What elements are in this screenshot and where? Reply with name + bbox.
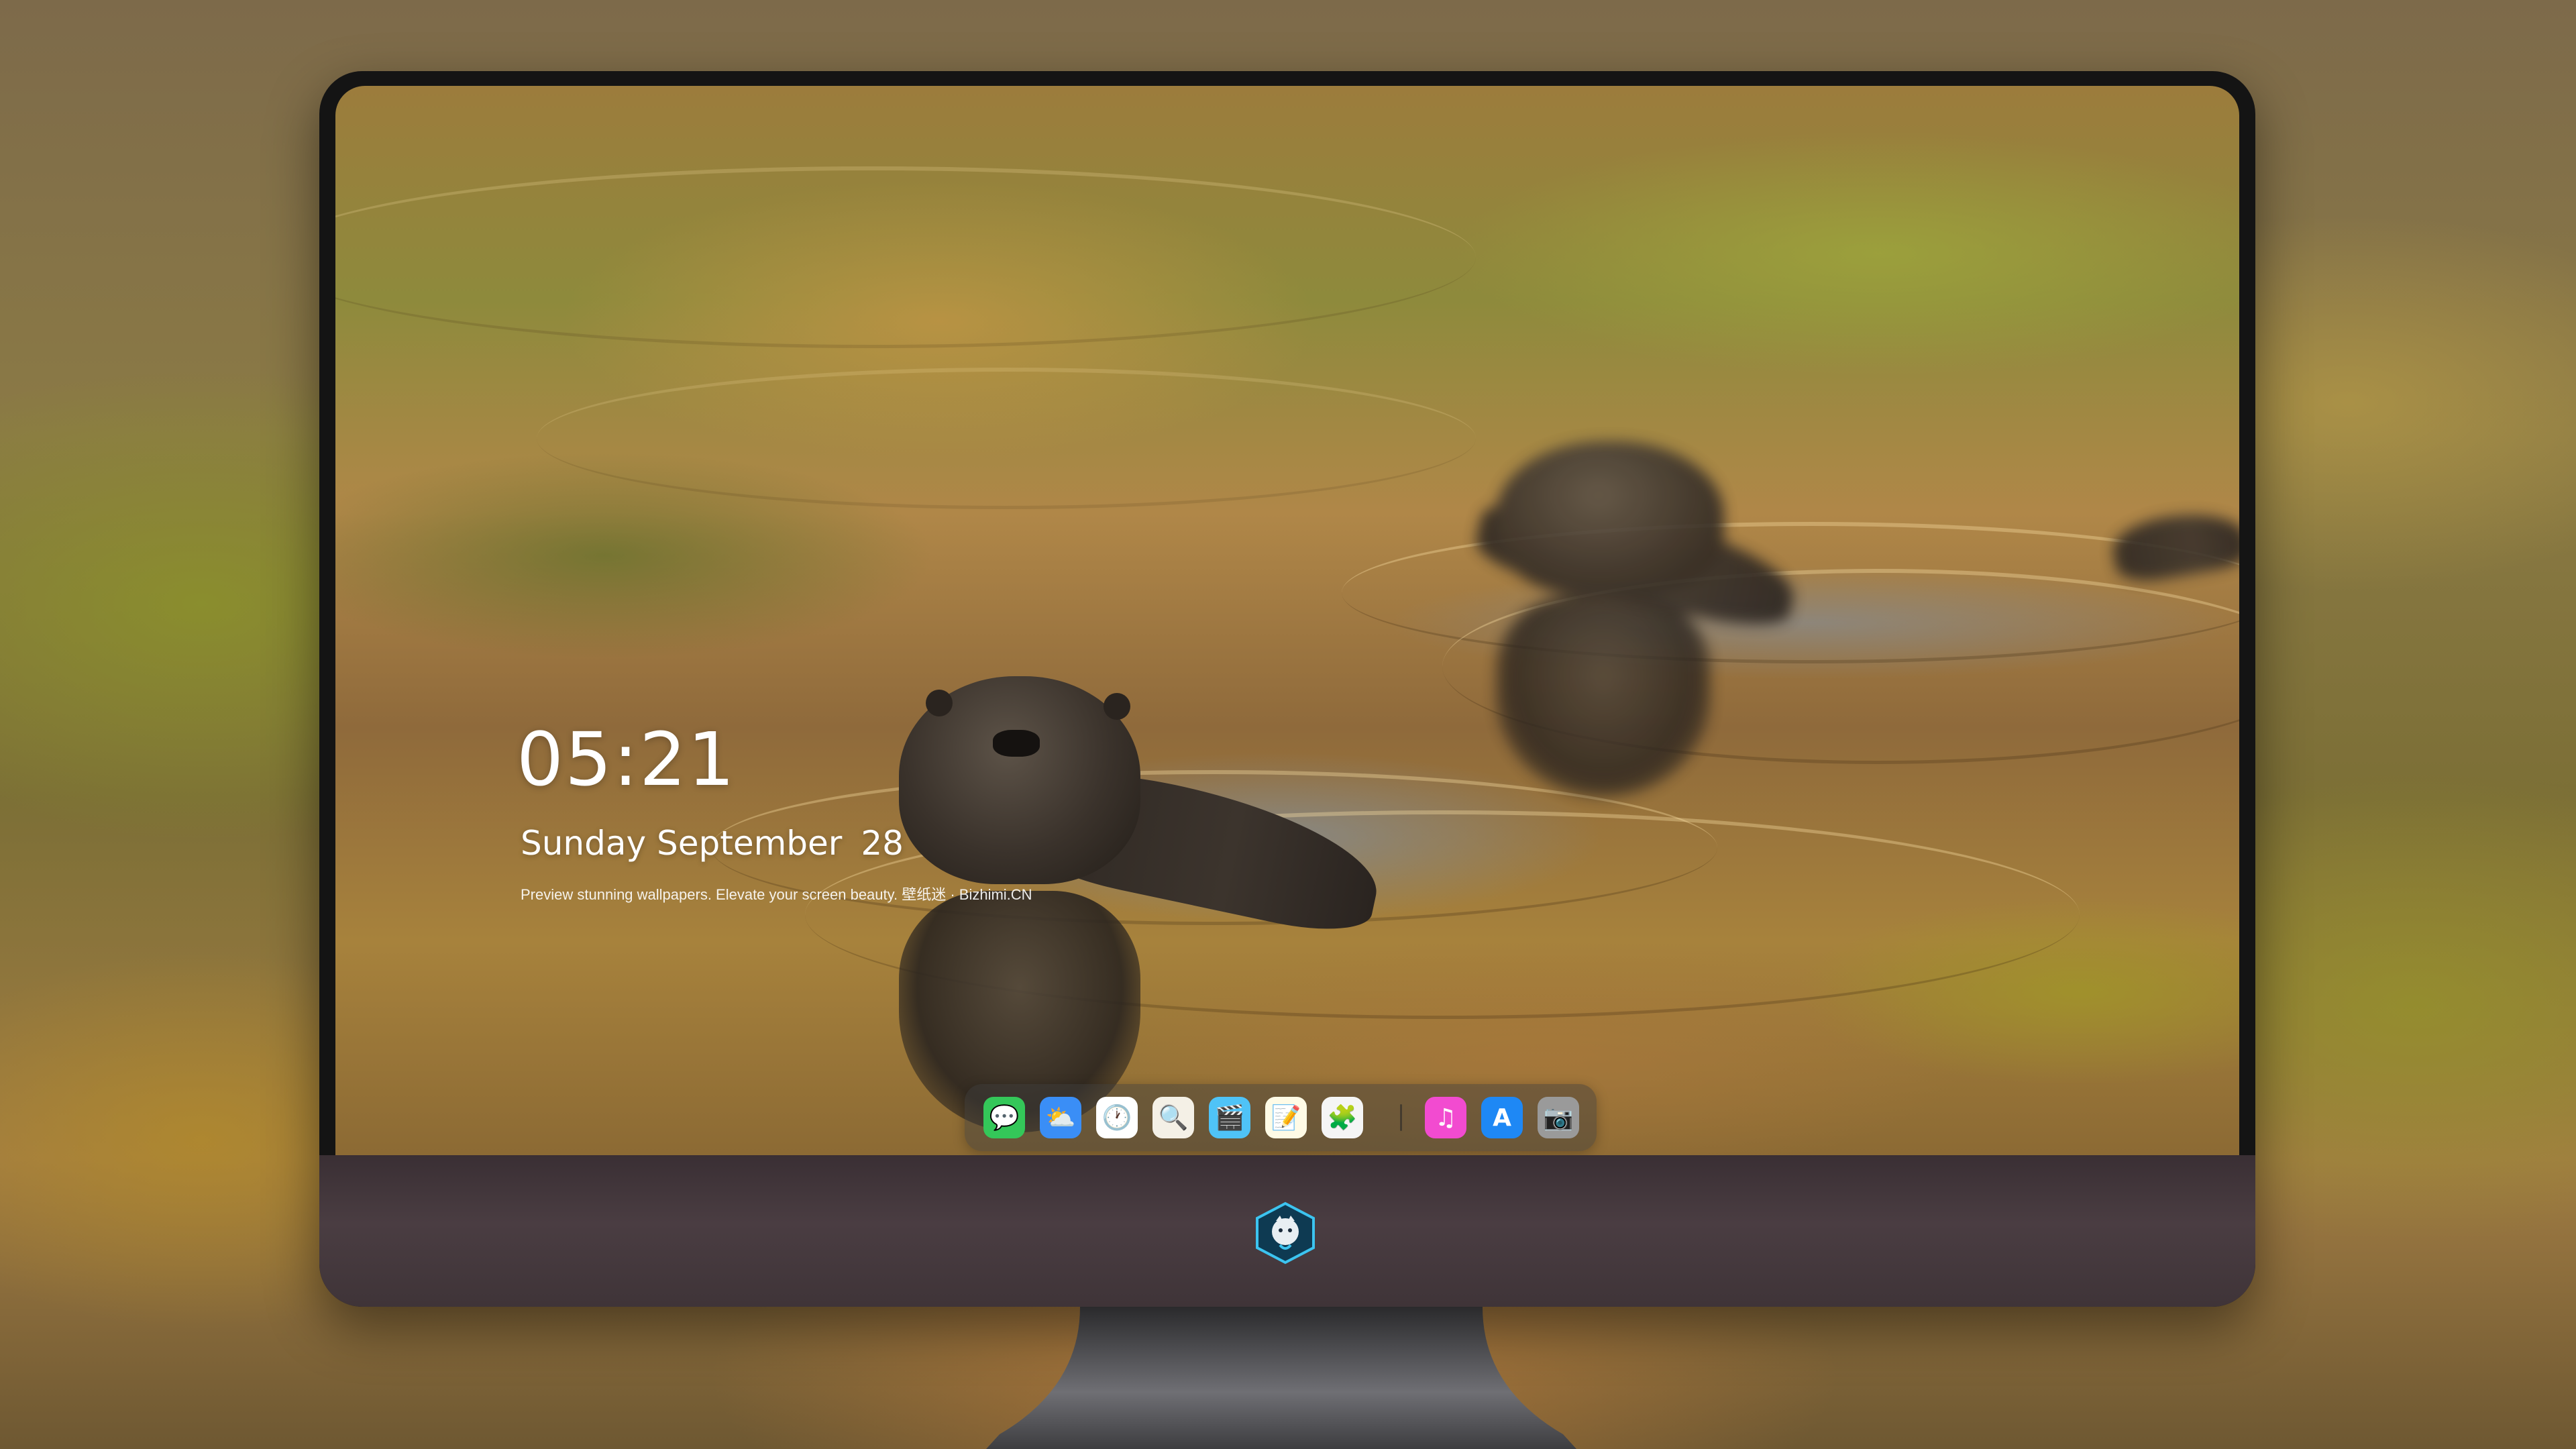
lock-screen: 05:21 Sunday September 28 Preview stunnin… xyxy=(335,86,2239,1155)
lock-screen-date: Sunday September 28 xyxy=(521,824,904,863)
dock-separator xyxy=(1400,1104,1402,1131)
clips-icon[interactable]: 🎬 xyxy=(1209,1097,1250,1138)
dock: 💬 ⛅ 🕐 🔍 🎬 📝 🧩 ♫ A 📷 xyxy=(965,1084,1597,1151)
date-day: 28 xyxy=(861,824,904,863)
lock-screen-time: 05:21 xyxy=(517,716,737,802)
clock-icon[interactable]: 🕐 xyxy=(1096,1097,1138,1138)
scene: 05:21 Sunday September 28 Preview stunnin… xyxy=(0,0,2576,1449)
water-ripple xyxy=(537,368,1476,509)
photo-booth-icon[interactable]: 🧩 xyxy=(1322,1097,1363,1138)
date-weekday-month: Sunday September xyxy=(521,824,843,863)
notes-icon[interactable]: 📝 xyxy=(1265,1097,1307,1138)
camera-icon[interactable]: 📷 xyxy=(1538,1097,1579,1138)
brand-logo-icon xyxy=(1256,1201,1315,1265)
preview-icon[interactable]: 🔍 xyxy=(1152,1097,1194,1138)
monitor-stand xyxy=(986,1307,1576,1449)
messages-icon[interactable]: 💬 xyxy=(983,1097,1025,1138)
water-ripple xyxy=(335,166,1476,348)
wallpaper-tagline: Preview stunning wallpapers. Elevate you… xyxy=(521,886,1032,903)
music-icon[interactable]: ♫ xyxy=(1425,1097,1466,1138)
app-store-icon[interactable]: A xyxy=(1481,1097,1523,1138)
weather-icon[interactable]: ⛅ xyxy=(1040,1097,1081,1138)
